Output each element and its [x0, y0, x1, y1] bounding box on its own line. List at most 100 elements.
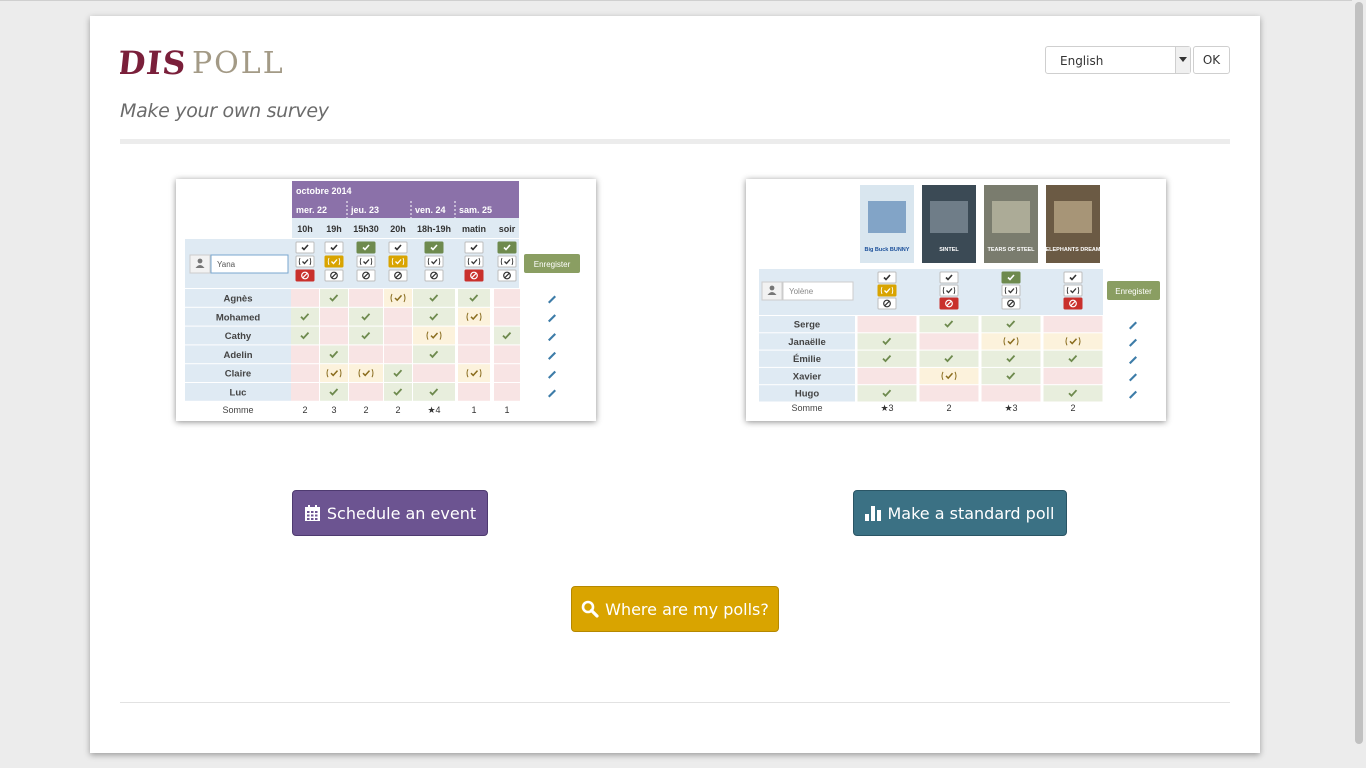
standard-poll-button[interactable]: Make a standard poll	[853, 490, 1067, 536]
vote-cell	[413, 364, 455, 382]
participant-name: Claire	[225, 369, 251, 380]
vote-cell	[320, 364, 348, 382]
dispoll-logo: DIS POLL	[120, 44, 285, 82]
vote-cell	[291, 364, 319, 382]
main-container: DIS POLL Make your own survey English OK…	[90, 16, 1260, 753]
edit-pencil-icon[interactable]	[548, 351, 556, 360]
participant-name: Xavier	[793, 371, 822, 382]
choice-maybe-box[interactable]	[356, 255, 376, 268]
choice-maybe-box[interactable]	[939, 284, 959, 297]
edit-pencil-icon[interactable]	[1129, 373, 1137, 382]
vote-cell	[349, 383, 383, 401]
user-icon-box	[189, 254, 211, 274]
vote-cell	[291, 345, 319, 364]
standard-poll-example: Big Buck BUNNY SINTEL TEARS OF STEEL ELEPHA…	[746, 179, 1166, 421]
choice-maybe-box[interactable]	[497, 255, 517, 268]
vote-cell	[494, 307, 520, 326]
edit-pencil-icon[interactable]	[548, 333, 556, 342]
date-poll-table: octobre 2014 mer. 22 jeu. 23 ven. 24 sam. 25…	[185, 181, 580, 415]
save-vote-label: Enregister	[1115, 287, 1152, 296]
page-scrollbar[interactable]	[1352, 0, 1366, 768]
dropdown-arrow-icon[interactable]	[1175, 47, 1190, 73]
vote-cell	[349, 364, 383, 382]
choice-maybe-box[interactable]	[388, 255, 408, 268]
vote-cell	[919, 333, 979, 350]
edit-pencil-icon[interactable]	[548, 295, 556, 304]
sum-value: 2	[363, 405, 368, 415]
choice-maybe-box[interactable]	[877, 284, 897, 297]
standard-poll-label: Make a standard poll	[887, 503, 1055, 523]
sum-value: 1	[504, 405, 509, 415]
sum-value: 3	[331, 405, 336, 415]
edit-pencil-icon[interactable]	[1129, 356, 1137, 365]
vote-cell	[458, 307, 490, 326]
vote-cell	[1043, 333, 1103, 350]
vote-cell	[494, 364, 520, 382]
vote-cell	[981, 385, 1041, 402]
user-icon	[769, 285, 775, 291]
participant-name: Adelin	[223, 350, 252, 361]
sum-value: 1	[471, 405, 476, 415]
sum-value: 2	[1070, 403, 1075, 413]
vote-cell	[291, 383, 319, 401]
scrollbar-thumb[interactable]	[1355, 2, 1363, 744]
vote-cell	[494, 289, 520, 307]
footer-divider	[120, 702, 1230, 703]
save-vote-label: Enregister	[534, 260, 571, 269]
calendar-icon	[304, 504, 320, 521]
edit-pencil-icon[interactable]	[1129, 390, 1137, 399]
edit-pencil-icon[interactable]	[548, 370, 556, 379]
sum-value: 2	[946, 403, 951, 413]
standard-poll-table: Big Buck BUNNY SINTEL TEARS OF STEEL ELEPHA…	[759, 181, 1160, 413]
day-label: mer. 22	[296, 205, 327, 215]
sum-value: ★4	[427, 405, 440, 415]
vote-cell	[981, 333, 1041, 350]
language-ok-button[interactable]: OK	[1193, 46, 1230, 74]
vote-cell	[320, 326, 348, 345]
schedule-event-label: Schedule an event	[326, 503, 477, 523]
sum-value: 2	[302, 405, 307, 415]
poster-title: TEARS OF STEEL	[987, 247, 1035, 253]
vote-cell	[857, 367, 917, 385]
hour-label: 19h	[326, 224, 342, 234]
sum-value: ★3	[880, 403, 893, 413]
bar-chart-icon	[865, 506, 882, 521]
choice-maybe-box[interactable]	[1063, 284, 1083, 297]
poster-art	[930, 201, 968, 233]
day-label: ven. 24	[415, 205, 446, 215]
svg-text:DIS: DIS	[120, 44, 189, 82]
participant-name: Mohamed	[216, 312, 261, 323]
window-top-border	[0, 0, 1366, 1]
hour-label: 15h30	[353, 224, 379, 234]
sum-value: 2	[395, 405, 400, 415]
vote-cell	[1043, 367, 1103, 385]
vote-cell	[384, 326, 412, 345]
edit-pencil-icon[interactable]	[548, 314, 556, 323]
where-are-my-polls-button[interactable]: Where are my polls?	[571, 586, 779, 632]
sum-value: ★3	[1004, 403, 1017, 413]
language-select[interactable]: English	[1045, 46, 1191, 74]
edit-pencil-icon[interactable]	[548, 389, 556, 398]
tagline: Make your own survey	[120, 100, 329, 122]
poster-art	[1054, 201, 1092, 233]
hour-label: 20h	[390, 224, 406, 234]
schedule-event-button[interactable]: Schedule an event	[292, 490, 488, 536]
choice-maybe-box[interactable]	[295, 255, 315, 268]
hour-label: 10h	[297, 224, 313, 234]
name-input-value: Yana	[217, 260, 236, 269]
svg-text:POLL: POLL	[192, 46, 285, 81]
hour-label: 18h-19h	[417, 224, 451, 234]
choice-maybe-box[interactable]	[424, 255, 444, 268]
choice-maybe-box[interactable]	[464, 255, 484, 268]
edit-pencil-icon[interactable]	[1129, 321, 1137, 330]
sum-label: Somme	[791, 403, 822, 413]
participant-name: Janaëlle	[788, 337, 826, 348]
where-are-my-polls-label: Where are my polls?	[605, 599, 769, 619]
vote-cell	[458, 383, 490, 401]
vote-cell	[458, 345, 490, 364]
participant-name: Serge	[794, 320, 820, 331]
choice-maybe-box[interactable]	[1001, 284, 1021, 297]
vote-cell	[349, 289, 383, 307]
choice-maybe-box[interactable]	[324, 255, 344, 268]
edit-pencil-icon[interactable]	[1129, 338, 1137, 347]
